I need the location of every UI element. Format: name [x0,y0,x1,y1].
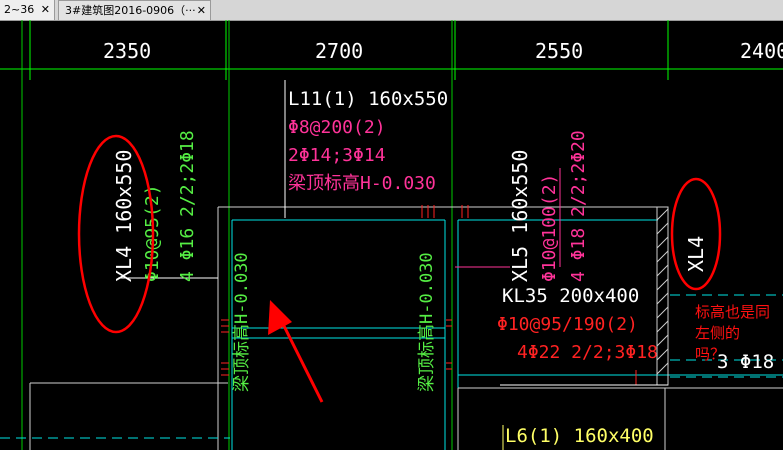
tab-drawing-2[interactable]: 3#建筑图2016-0906（··· ✕ [58,0,211,20]
annotation-line-2: 左侧的 [695,324,740,342]
l11-name: L11(1) 160x550 [288,88,448,110]
xl4-left-name: XL4 160x550 [112,150,136,282]
dimension-labels: 2350 2700 2550 2400 [103,39,783,63]
tab-label: 2~36 [4,3,35,16]
dimension-2550: 2550 [535,39,583,63]
xl5-stirrup: Φ10@100(2) [539,174,560,282]
l11-stirrup: Φ8@200(2) [288,117,386,138]
close-icon[interactable]: ✕ [41,0,50,20]
close-icon[interactable]: ✕ [197,1,206,21]
level-left: 梁顶标高H-0.030 [232,252,252,392]
xl5-name: XL5 160x550 [508,150,532,282]
partial-bars: 3 Φ18 [717,351,774,373]
markup-arrow-icon [268,300,324,403]
dimension-2350: 2350 [103,39,151,63]
xl4-right-name: XL4 [684,236,708,272]
beam-kl35-label: KL35 200x400 Φ10@95/190(2) 4Φ22 2/2;3Φ18 [497,285,658,363]
annotation-line-3: 吗？ [695,345,725,363]
l11-level: 梁顶标高H-0.030 [288,173,436,194]
xl5-bars: 4 Φ18 2/2;2Φ20 [568,130,589,282]
level-mid: 梁顶标高H-0.030 [417,252,437,392]
beam-l11-label: L11(1) 160x550 Φ8@200(2) 2Φ14;3Φ14 梁顶标高H… [288,88,448,194]
dimension-2700: 2700 [315,39,363,63]
kl35-stirrup: Φ10@95/190(2) [497,314,638,335]
tab-bar: 2~36 ✕ 3#建筑图2016-0906（··· ✕ [0,0,783,21]
annotation-line-1: 标高也是同 [695,303,770,321]
dimension-2400: 2400 [740,39,783,63]
beam-xl4-left-label: XL4 160x550 Φ10@95(2) 4 Φ16 2/2;2Φ18 [112,130,198,282]
tab-drawing-1[interactable]: 2~36 ✕ [0,0,55,20]
kl35-name: KL35 200x400 [502,285,639,307]
tab-label: 3#建筑图2016-0906（··· [65,4,196,17]
l11-bars: 2Φ14;3Φ14 [288,145,386,166]
kl35-bars: 4Φ22 2/2;3Φ18 [517,342,658,363]
beam-xl5-label: XL5 160x550 Φ10@100(2) 4 Φ18 2/2;2Φ20 [508,130,589,282]
l6-name: L6(1) 160x400 [505,425,654,447]
hatched-column [656,206,669,386]
xl4-left-bars: 4 Φ16 2/2;2Φ18 [177,130,198,282]
cad-canvas[interactable]: 2350 2700 2550 2400 L11(1) 160x550 Φ8@20… [0,20,783,450]
